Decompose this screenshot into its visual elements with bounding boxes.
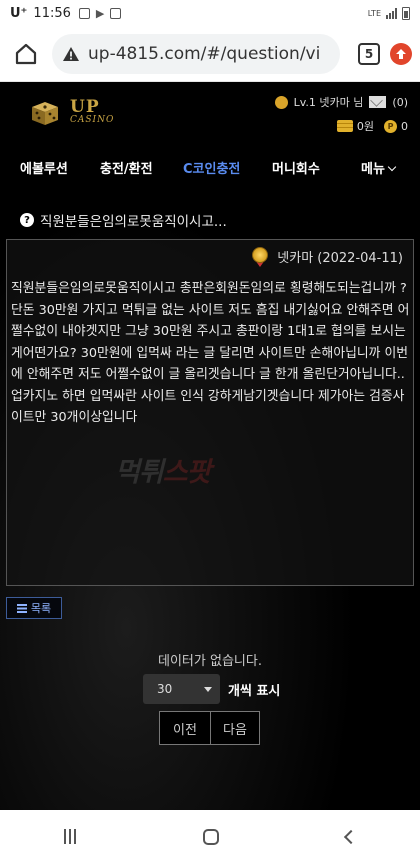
tab-switcher-button[interactable]: 5	[358, 42, 380, 65]
nav-item-evolution[interactable]: 에볼루션	[20, 158, 68, 177]
update-button[interactable]	[390, 42, 412, 65]
dropdown-arrow-icon	[204, 686, 212, 692]
post-title: 직원분들은임의로못움직이시고...	[40, 214, 227, 230]
post-author-date: 넷카마 (2022-04-11)	[277, 251, 403, 266]
battery-icon	[402, 6, 410, 20]
address-bar[interactable]: up-4815.com/#/question/vi	[52, 33, 340, 74]
list-button-label: 목록	[30, 602, 52, 615]
logo-text: UP	[70, 97, 100, 117]
post-body: 직원분들은임의로못움직이시고 총판은회원돈임의로 횡령해도되는겁니까 ? 단돈 …	[11, 281, 410, 425]
post-meta: 넷카마 (2022-04-11)	[7, 240, 413, 273]
dice-icon	[32, 102, 58, 125]
main-nav: 에볼루션 충전/환전 C코인충전 머니회수 메뉴	[0, 146, 420, 186]
app-notification-icon	[110, 7, 122, 19]
wallet-info: 0원 P 0	[336, 118, 408, 134]
logo-subtext: CASINO	[70, 115, 115, 125]
points-amount: 0	[401, 119, 408, 133]
recent-apps-icon[interactable]	[63, 829, 76, 844]
home-icon	[15, 43, 37, 64]
level-medal-icon	[274, 95, 288, 109]
system-nav-bar	[0, 810, 420, 863]
user-info: Lv.1 넷카마 님 (0)	[274, 94, 408, 110]
site-logo[interactable]: UP CASINO	[28, 97, 114, 127]
menu-label: 메뉴	[361, 162, 385, 177]
list-button[interactable]: 목록	[6, 597, 62, 619]
medal-icon	[251, 246, 269, 267]
page-size-value: 30	[157, 682, 173, 696]
not-secure-warning-icon	[63, 46, 79, 61]
balance-amount: 0원	[356, 120, 374, 133]
nav-item-money-recovery[interactable]: 머니회수	[272, 158, 320, 177]
nav-item-menu[interactable]: 메뉴	[361, 158, 397, 177]
question-icon: ?	[20, 213, 34, 227]
mail-icon[interactable]	[369, 96, 387, 108]
page-size-label: 개씩 표시	[228, 683, 281, 699]
page-size-select[interactable]: 30	[143, 674, 220, 704]
page-size-control: 30 개씩 표시	[143, 674, 280, 704]
website-content: UP CASINO Lv.1 넷카마 님 (0) 0원 P 0 에볼루션 충전/…	[0, 82, 420, 810]
mail-count[interactable]: (0)	[392, 96, 408, 109]
next-page-button[interactable]: 다음	[210, 711, 260, 745]
carrier-label: U⁺	[10, 5, 28, 21]
play-notification-icon: ▶	[95, 6, 105, 20]
status-bar: U⁺ 11:56 ▶ LTE	[0, 0, 420, 26]
watermark-logo: 먹튀스팟	[115, 457, 211, 488]
browser-toolbar: up-4815.com/#/question/vi 5	[0, 26, 420, 82]
list-icon	[16, 603, 27, 613]
post-title-row: ? 직원분들은임의로못움직이시고...	[20, 210, 227, 230]
gallery-notification-icon	[78, 7, 90, 19]
points-icon: P	[384, 119, 397, 133]
pagination: 이전 다음	[159, 711, 260, 745]
nav-item-coin-charge[interactable]: C코인충전	[183, 158, 240, 177]
nav-item-deposit-withdraw[interactable]: 충전/환전	[100, 158, 153, 177]
system-home-icon[interactable]	[202, 828, 219, 845]
post-container: 넷카마 (2022-04-11) 직원분들은임의로못움직이시고 총판은회원돈임의…	[6, 239, 414, 586]
network-type: LTE	[367, 8, 381, 18]
back-icon[interactable]	[344, 829, 359, 844]
browser-home-button[interactable]	[8, 36, 44, 72]
user-level-name[interactable]: Lv.1 넷카마 님	[294, 94, 364, 110]
arrow-up-icon	[396, 48, 406, 59]
empty-message: 데이터가 없습니다.	[158, 654, 262, 669]
coins-icon	[336, 120, 353, 132]
url-text: up-4815.com/#/question/vi	[88, 43, 321, 64]
clock: 11:56	[33, 5, 71, 21]
signal-icon	[386, 7, 397, 19]
chevron-down-icon	[387, 162, 397, 172]
prev-page-button[interactable]: 이전	[159, 711, 211, 745]
